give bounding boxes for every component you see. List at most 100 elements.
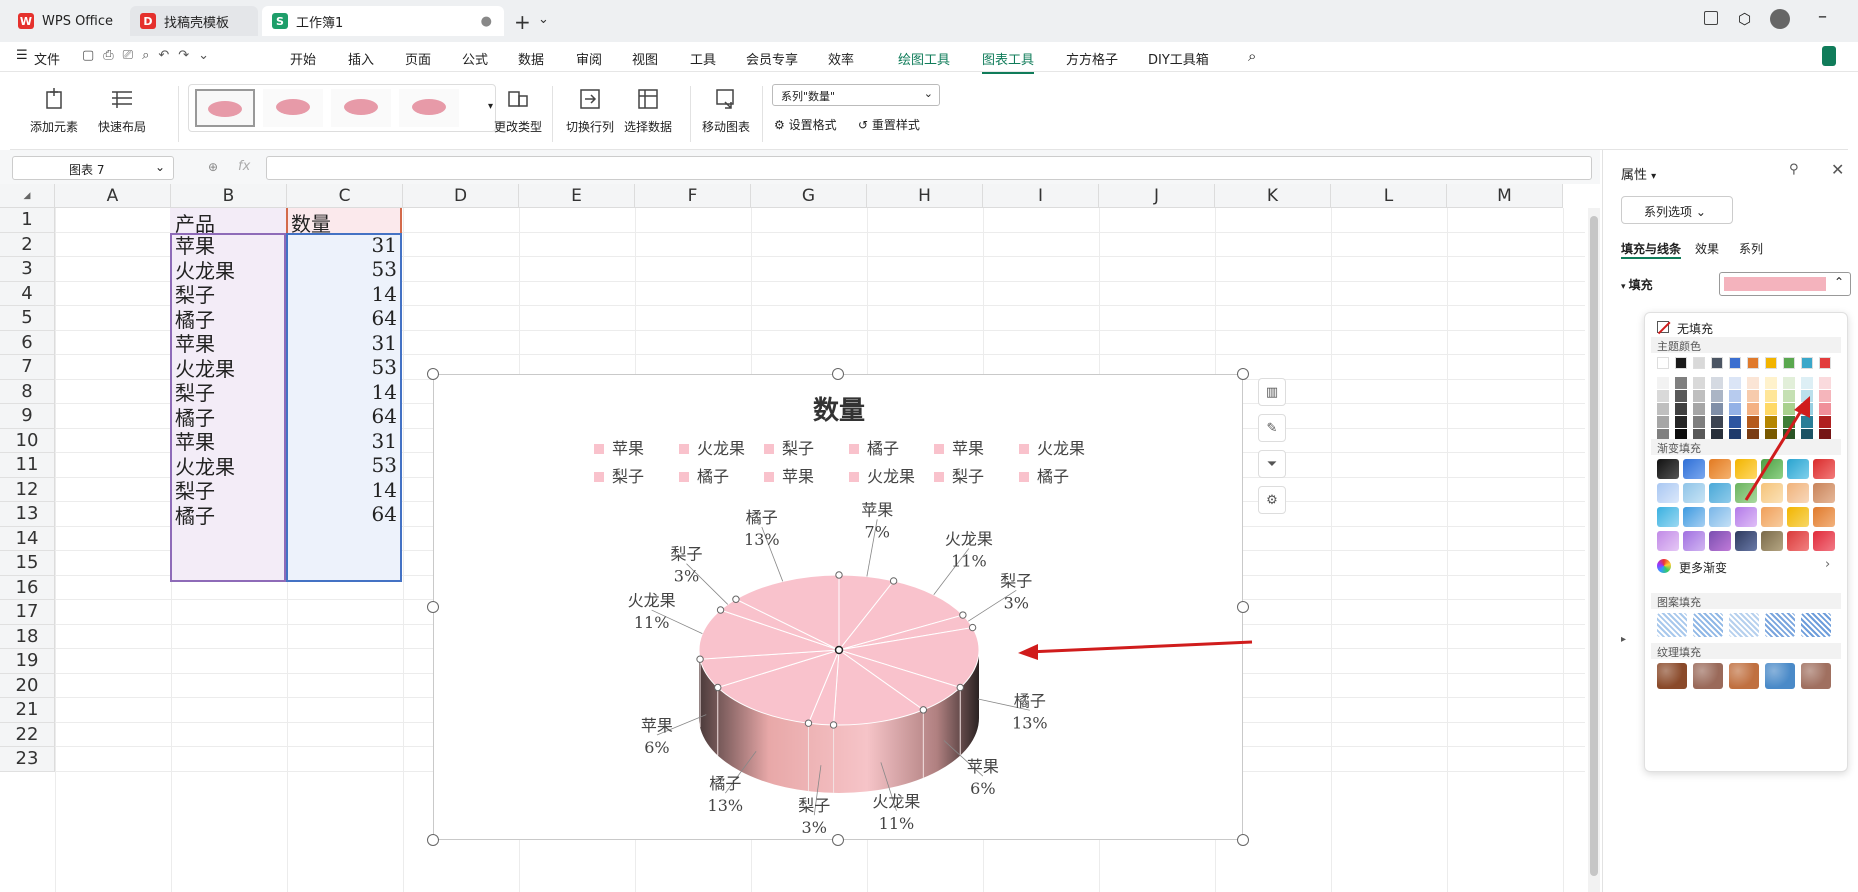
menu-item[interactable]: DIY工具箱 bbox=[1148, 49, 1209, 68]
gradient-swatch[interactable] bbox=[1657, 531, 1679, 551]
menu-item[interactable]: 页面 bbox=[405, 49, 431, 68]
menu-file[interactable]: 文件 bbox=[34, 49, 60, 68]
cell-quantity[interactable]: 14 bbox=[286, 282, 402, 307]
row-header[interactable]: 5 bbox=[0, 306, 55, 331]
theme-shade-swatch[interactable] bbox=[1693, 377, 1705, 389]
scrollbar-thumb[interactable] bbox=[1590, 216, 1598, 876]
cell-product[interactable]: 梨子 bbox=[170, 380, 286, 405]
gradient-swatch[interactable] bbox=[1709, 531, 1731, 551]
cell-product[interactable]: 梨子 bbox=[170, 478, 286, 503]
theme-color-swatch[interactable] bbox=[1693, 357, 1705, 369]
row-header[interactable]: 7 bbox=[0, 355, 55, 380]
series-options-dropdown[interactable]: 系列选项 ⌄ bbox=[1621, 196, 1733, 224]
menu-item-active[interactable]: 图表工具 bbox=[982, 49, 1035, 74]
row-header[interactable]: 18 bbox=[0, 624, 55, 649]
column-header[interactable]: H bbox=[867, 184, 983, 208]
fill-section-label[interactable]: ▾ 填充 bbox=[1621, 276, 1653, 293]
chart-style-button[interactable]: ✎ bbox=[1258, 414, 1286, 442]
theme-color-swatch[interactable] bbox=[1819, 357, 1831, 369]
theme-shade-swatch[interactable] bbox=[1693, 390, 1705, 402]
texture-swatch[interactable] bbox=[1801, 663, 1831, 689]
gradient-swatch[interactable] bbox=[1787, 507, 1809, 527]
column-header[interactable]: K bbox=[1215, 184, 1331, 208]
row-header[interactable]: 22 bbox=[0, 722, 55, 747]
theme-shade-swatch[interactable] bbox=[1819, 390, 1831, 402]
switch-row-col-button[interactable]: 切换行列 bbox=[566, 86, 614, 135]
tab-list-chevron-icon[interactable]: ⌄ bbox=[538, 12, 549, 27]
chart-settings-button[interactable]: ⚙ bbox=[1258, 486, 1286, 514]
cell-product[interactable]: 苹果 bbox=[170, 429, 286, 454]
theme-shade-swatch[interactable] bbox=[1711, 416, 1723, 428]
row-header[interactable]: 2 bbox=[0, 232, 55, 257]
gradient-swatch[interactable] bbox=[1683, 531, 1705, 551]
gradient-swatch[interactable] bbox=[1709, 507, 1731, 527]
more-gradient-option[interactable]: 更多渐变 bbox=[1679, 559, 1727, 576]
pattern-swatch[interactable] bbox=[1729, 613, 1759, 637]
row-header[interactable]: 1 bbox=[0, 208, 55, 233]
gradient-swatch[interactable] bbox=[1683, 483, 1705, 503]
row-header[interactable]: 10 bbox=[0, 428, 55, 453]
row-header[interactable]: 12 bbox=[0, 477, 55, 502]
theme-shade-swatch[interactable] bbox=[1711, 403, 1723, 415]
close-icon[interactable]: ✕ bbox=[1831, 160, 1844, 179]
texture-swatch[interactable] bbox=[1657, 663, 1687, 689]
gradient-swatch[interactable] bbox=[1735, 531, 1757, 551]
menu-item[interactable]: 效率 bbox=[828, 49, 854, 68]
gradient-swatch[interactable] bbox=[1657, 483, 1679, 503]
column-header[interactable]: E bbox=[519, 184, 635, 208]
theme-color-swatch[interactable] bbox=[1747, 357, 1759, 369]
column-header[interactable]: D bbox=[403, 184, 519, 208]
cell-product[interactable]: 梨子 bbox=[170, 282, 286, 307]
gradient-swatch[interactable] bbox=[1683, 507, 1705, 527]
gradient-swatch[interactable] bbox=[1813, 531, 1835, 551]
theme-shade-swatch[interactable] bbox=[1693, 403, 1705, 415]
row-header[interactable]: 11 bbox=[0, 453, 55, 478]
chart-area[interactable]: 数量 苹果 火龙果 梨子 橘子 苹果 火龙果 梨子 橘子 苹果 火龙果 梨子 橘子 苹果 7% 火龙果 11% 梨… bbox=[433, 374, 1243, 840]
resize-handle[interactable] bbox=[427, 601, 439, 613]
theme-shade-swatch[interactable] bbox=[1729, 377, 1741, 389]
new-tab-button[interactable]: + bbox=[514, 10, 531, 34]
menu-item[interactable]: 会员专享 bbox=[746, 49, 798, 68]
theme-shade-swatch[interactable] bbox=[1675, 390, 1687, 402]
tab-workbook[interactable]: S 工作簿1 ● bbox=[262, 6, 504, 36]
vertical-scrollbar[interactable] bbox=[1588, 208, 1600, 892]
theme-shade-swatch[interactable] bbox=[1675, 377, 1687, 389]
gradient-swatch[interactable] bbox=[1709, 459, 1731, 479]
pattern-swatch[interactable] bbox=[1801, 613, 1831, 637]
theme-shade-swatch[interactable] bbox=[1693, 416, 1705, 428]
select-data-button[interactable]: 选择数据 bbox=[624, 86, 672, 135]
resize-handle[interactable] bbox=[1237, 368, 1249, 380]
menu-item[interactable]: 数据 bbox=[518, 49, 544, 68]
row-header[interactable]: 15 bbox=[0, 551, 55, 576]
chart-filter-button[interactable]: ⏷ bbox=[1258, 450, 1286, 478]
name-box[interactable]: 图表 7 ⌄ bbox=[12, 156, 174, 180]
theme-color-swatch[interactable] bbox=[1729, 357, 1741, 369]
chart-style-thumb[interactable] bbox=[263, 89, 323, 127]
chart-style-thumb[interactable] bbox=[195, 89, 255, 127]
resize-handle[interactable] bbox=[1237, 834, 1249, 846]
cube-icon[interactable]: ⬡ bbox=[1738, 10, 1751, 28]
quick-layout-button[interactable]: 快速布局 bbox=[98, 86, 146, 135]
row-header[interactable]: 14 bbox=[0, 526, 55, 551]
cell-product[interactable]: 橘子 bbox=[170, 502, 286, 528]
cell-product[interactable]: 火龙果 bbox=[170, 355, 286, 381]
row-header[interactable]: 9 bbox=[0, 404, 55, 429]
row-header[interactable]: 16 bbox=[0, 575, 55, 600]
texture-swatch[interactable] bbox=[1765, 663, 1795, 689]
column-header[interactable]: B bbox=[171, 184, 287, 208]
theme-shade-swatch[interactable] bbox=[1819, 403, 1831, 415]
resize-handle[interactable] bbox=[427, 368, 439, 380]
menu-item[interactable]: 插入 bbox=[348, 49, 374, 68]
gradient-swatch[interactable] bbox=[1787, 531, 1809, 551]
row-header[interactable]: 21 bbox=[0, 698, 55, 723]
cell-quantity[interactable]: 64 bbox=[286, 404, 402, 429]
gradient-swatch[interactable] bbox=[1813, 507, 1835, 527]
menu-item[interactable]: 绘图工具 bbox=[898, 49, 950, 68]
pattern-swatch[interactable] bbox=[1765, 613, 1795, 637]
gradient-swatch[interactable] bbox=[1709, 483, 1731, 503]
resize-handle[interactable] bbox=[832, 834, 844, 846]
avatar[interactable] bbox=[1770, 9, 1790, 29]
chart-style-gallery[interactable]: ▾ bbox=[188, 84, 496, 132]
quick-access-icons[interactable]: ▢⎙⎚⌕↶↷⌄ bbox=[82, 48, 218, 63]
cell-quantity[interactable]: 64 bbox=[286, 502, 402, 527]
